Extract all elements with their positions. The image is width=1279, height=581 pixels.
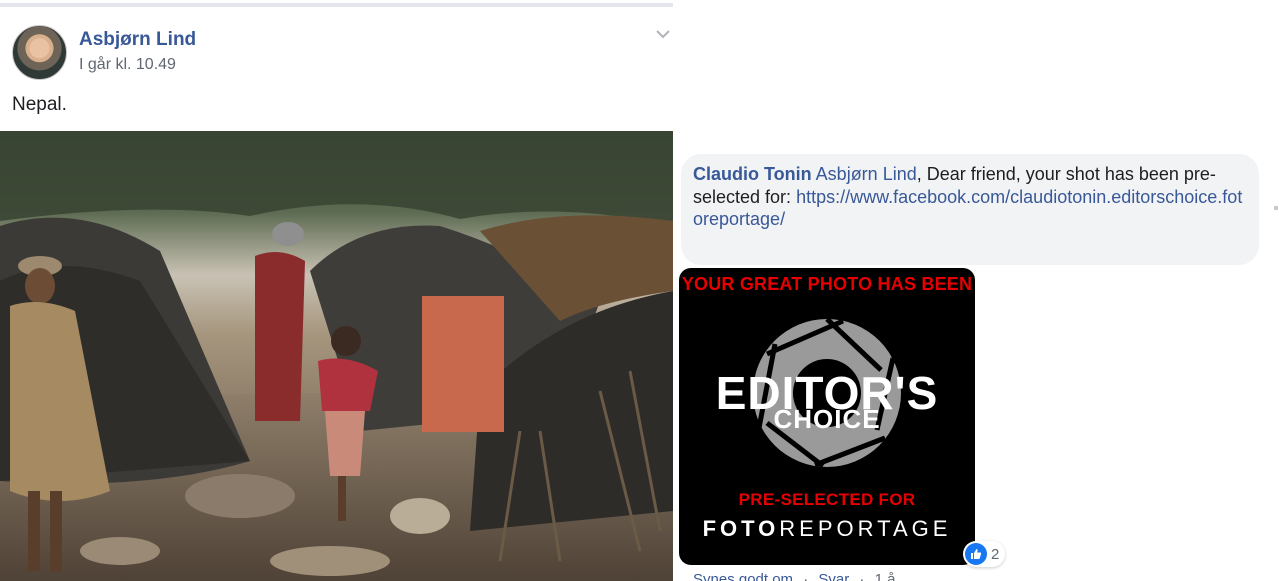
post-text: Nepal.	[12, 94, 67, 115]
post-timestamp[interactable]: I går kl. 10.49	[79, 56, 176, 74]
comment-author[interactable]: Claudio Tonin	[693, 164, 812, 184]
comment-mention[interactable]: Asbjørn Lind	[816, 164, 917, 184]
chevron-down-icon[interactable]	[655, 28, 671, 40]
separator-1: ·	[803, 571, 809, 581]
reaction-summary[interactable]: 2	[963, 541, 1006, 567]
post: Asbjørn Lind I går kl. 10.49 Nepal.	[0, 0, 673, 581]
badge-subtitle: CHOICE	[773, 404, 881, 434]
badge-brand-light: REPORTAGE	[779, 516, 952, 541]
photo-scene	[0, 131, 673, 581]
separator-2: ·	[859, 571, 865, 581]
like-action[interactable]: Synes godt om	[693, 571, 793, 581]
badge-brand-bold: FOTO	[702, 516, 780, 541]
comment-age[interactable]: 1 å	[875, 571, 896, 581]
post-divider	[0, 3, 673, 7]
editors-choice-badge[interactable]: YOUR GREAT PHOTO HAS BEEN EDITOR'S CHOIC…	[679, 268, 975, 565]
reply-action[interactable]: Svar	[818, 571, 849, 581]
badge-top-text: YOUR GREAT PHOTO HAS BEEN	[681, 274, 973, 294]
like-icon	[965, 543, 987, 565]
badge-preselected: PRE-SELECTED FOR	[738, 490, 916, 509]
author-avatar[interactable]	[12, 25, 67, 80]
post-photo[interactable]	[0, 131, 673, 581]
screenshot: Asbjørn Lind I går kl. 10.49 Nepal. Clau…	[0, 0, 1279, 581]
post-author[interactable]: Asbjørn Lind	[79, 29, 196, 51]
comment-bubble: Claudio Tonin Asbjørn Lind, Dear friend,…	[681, 154, 1259, 265]
scroll-marker	[1274, 206, 1278, 210]
comment-actions: Synes godt om · Svar · 1 å	[693, 571, 901, 581]
badge-brand: FOTOREPORTAGE	[679, 516, 975, 542]
reaction-count: 2	[991, 545, 1000, 563]
thumbs-up-icon	[971, 549, 982, 559]
